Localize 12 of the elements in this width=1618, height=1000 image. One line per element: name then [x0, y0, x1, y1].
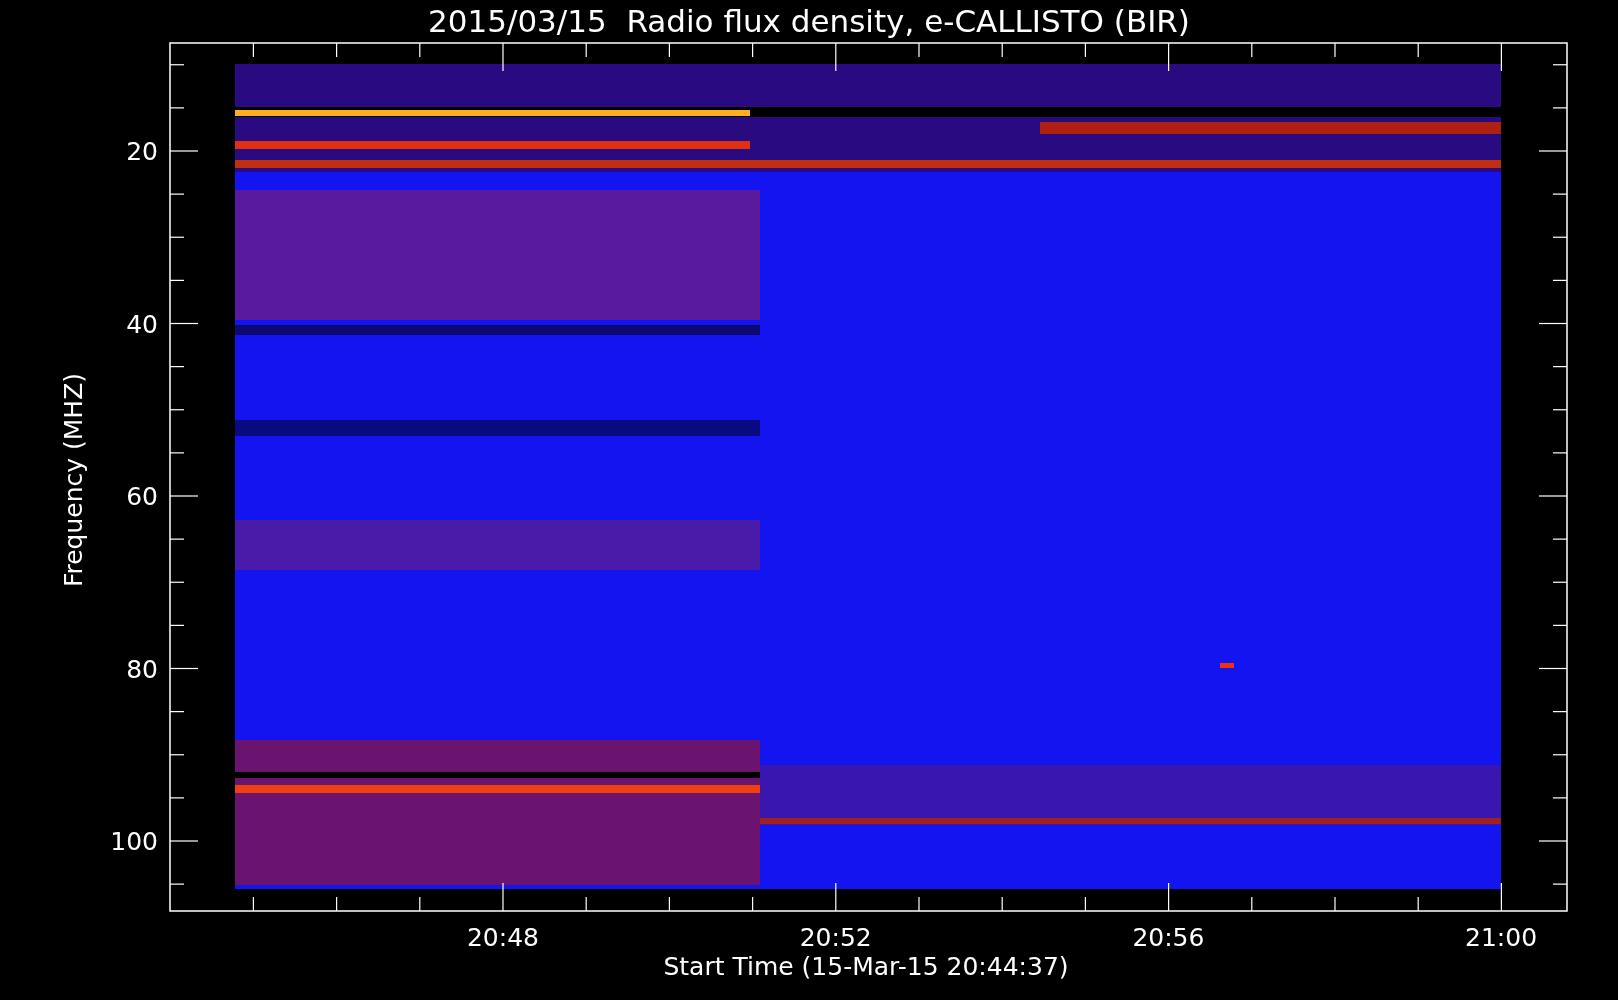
- tick-label: 60: [126, 482, 158, 511]
- axis-title: Start Time (15-Mar-15 20:44:37): [663, 952, 1069, 981]
- chart-title: 2015/03/15 Radio flux density, e-CALLISTO (BIR): [428, 3, 1190, 39]
- tick-label: 20: [126, 137, 158, 166]
- tick-label: 21:00: [1465, 923, 1538, 952]
- tick-label: 100: [110, 827, 158, 856]
- tick-label: 20:56: [1132, 923, 1205, 952]
- tick-label: 20:52: [799, 923, 872, 952]
- tick-label: 20:48: [467, 923, 539, 952]
- axis-title: Frequency (MHZ): [59, 372, 88, 588]
- tick-label: 40: [126, 309, 158, 339]
- tick-label: 80: [126, 654, 158, 684]
